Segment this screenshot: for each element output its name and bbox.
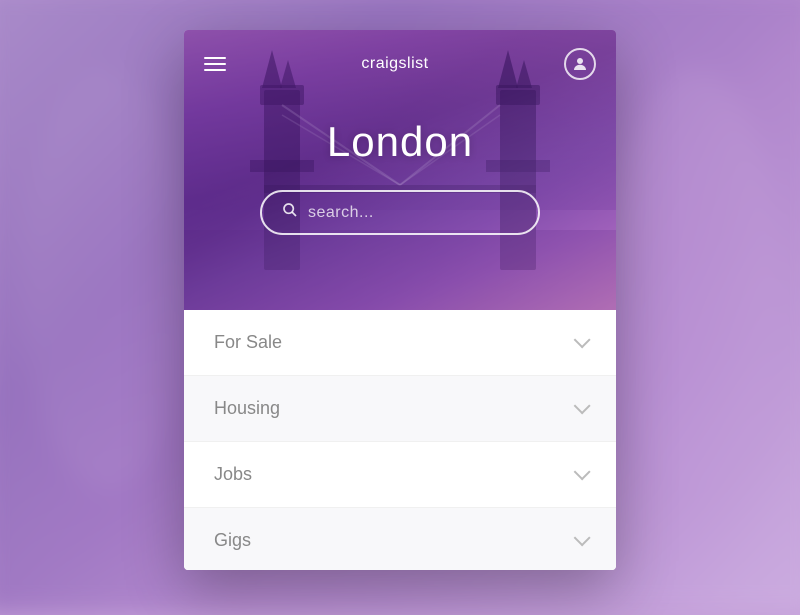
user-profile-button[interactable]	[564, 48, 596, 80]
search-bar-wrapper: search...	[184, 190, 616, 235]
category-item-for-sale[interactable]: For Sale	[184, 310, 616, 376]
hamburger-line-2	[204, 63, 226, 65]
hamburger-menu[interactable]	[204, 57, 226, 71]
category-label-housing: Housing	[214, 398, 280, 419]
hero-section: craigslist London search...	[184, 30, 616, 310]
city-name: London	[184, 118, 616, 166]
categories-list: For Sale Housing Jobs Gigs Community	[184, 310, 616, 570]
search-icon	[282, 202, 298, 223]
category-item-jobs[interactable]: Jobs	[184, 442, 616, 508]
search-bar[interactable]: search...	[260, 190, 540, 235]
chevron-down-icon-jobs	[574, 467, 586, 483]
user-icon	[571, 55, 589, 73]
hamburger-line-3	[204, 69, 226, 71]
category-item-gigs[interactable]: Gigs	[184, 508, 616, 570]
hamburger-line-1	[204, 57, 226, 59]
chevron-down-icon-gigs	[574, 533, 586, 549]
category-label-jobs: Jobs	[214, 464, 252, 485]
category-label-gigs: Gigs	[214, 530, 251, 551]
phone-frame: craigslist London search...	[184, 30, 616, 570]
brand-name: craigslist	[361, 55, 428, 73]
chevron-down-icon-for-sale	[574, 335, 586, 351]
navbar: craigslist	[184, 30, 616, 98]
category-item-housing[interactable]: Housing	[184, 376, 616, 442]
chevron-down-icon-housing	[574, 401, 586, 417]
search-placeholder[interactable]: search...	[308, 204, 374, 222]
category-label-for-sale: For Sale	[214, 332, 282, 353]
